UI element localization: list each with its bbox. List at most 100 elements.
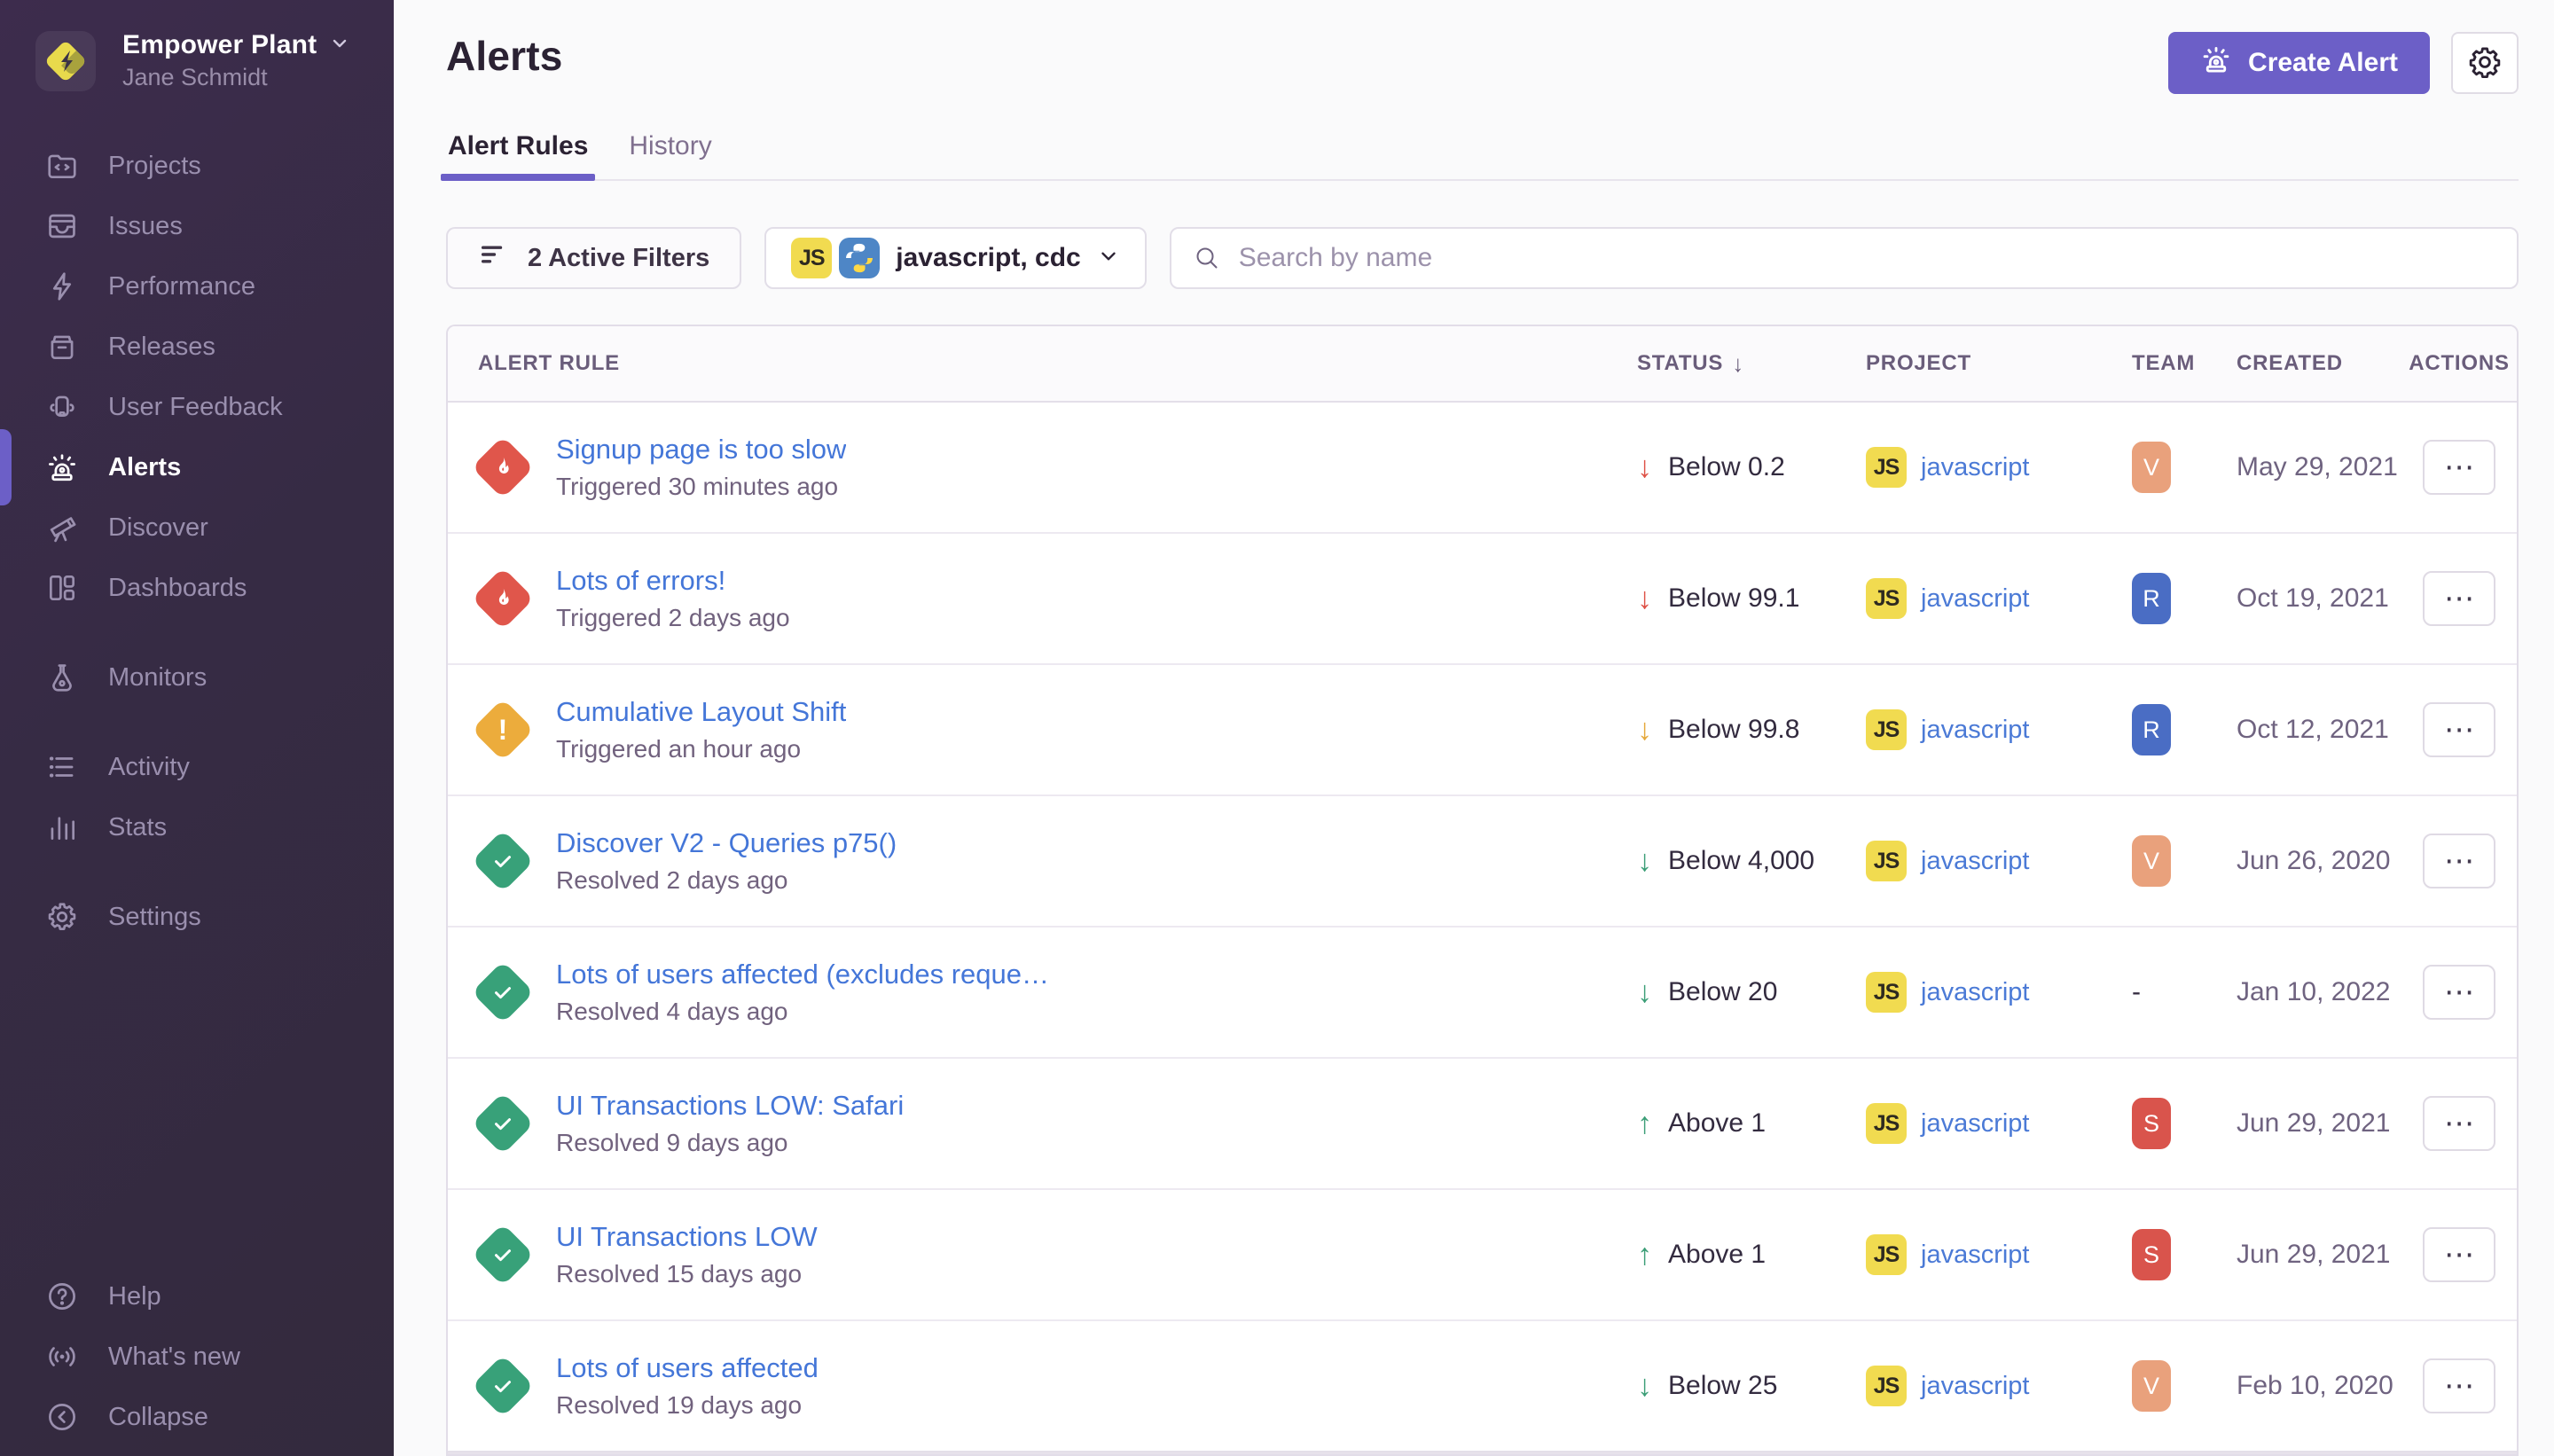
sidebar-item-releases[interactable]: Releases [0,317,394,377]
team-badge: V [2132,835,2171,887]
tab-bar: Alert Rules History [446,131,2519,181]
sidebar-item-performance[interactable]: Performance [0,256,394,317]
sidebar-item-discover[interactable]: Discover [0,497,394,558]
resolved-diamond-icon [478,1230,528,1280]
monitors-icon [44,660,80,695]
alert-rule-link[interactable]: Lots of errors! [556,565,790,597]
sidebar: Empower Plant Jane Schmidt Projects Issu… [0,0,394,1456]
sidebar-item-user-feedback[interactable]: User Feedback [0,377,394,437]
table-row: Signup page is too slow Triggered 30 min… [448,403,2517,534]
trend-arrow-icon: ↓ [1637,1371,1652,1401]
table-row: UI Transactions LOW Resolved 15 days ago… [448,1190,2517,1321]
row-actions-button[interactable]: ⋯ [2423,1358,2495,1413]
tab-history[interactable]: History [627,131,713,179]
alert-rule-link[interactable]: UI Transactions LOW: Safari [556,1090,904,1122]
settings-button[interactable] [2451,32,2519,94]
column-actions: Actions [2401,351,2517,376]
alert-rule-status-text: Triggered 2 days ago [556,604,790,632]
gear-icon [2468,45,2502,82]
table-row: Lots of errors! Triggered 2 days ago ↓ B… [448,534,2517,665]
project-link[interactable]: javascript [1921,1109,2030,1139]
column-project: Project [1846,351,2095,376]
project-link[interactable]: javascript [1921,453,2030,482]
project-link[interactable]: javascript [1921,584,2030,614]
alerts-icon [44,450,80,485]
row-actions-button[interactable]: ⋯ [2423,834,2495,888]
team-badge: S [2132,1229,2171,1280]
alert-rule-status-text: Resolved 2 days ago [556,866,897,895]
performance-icon [44,269,80,304]
row-actions-button[interactable]: ⋯ [2423,440,2495,495]
created-date: Oct 19, 2021 [2205,583,2401,614]
project-link[interactable]: javascript [1921,716,2030,745]
active-indicator [0,429,12,505]
create-alert-button[interactable]: Create Alert [2168,32,2430,94]
project-filter-dropdown[interactable]: JS javascript, cdc [764,227,1146,289]
sidebar-item-help[interactable]: Help [0,1266,394,1327]
column-status[interactable]: Status ↓ [1600,350,1846,378]
platform-badge-javascript: JS [791,238,832,278]
critical-diamond-icon [478,442,528,492]
trend-arrow-icon: ↓ [1637,715,1652,745]
row-actions-button[interactable]: ⋯ [2423,1227,2495,1282]
sidebar-item-dashboards[interactable]: Dashboards [0,558,394,618]
sidebar-item-alerts[interactable]: Alerts [0,437,394,497]
platform-badge-javascript: JS [1866,1366,1907,1406]
activity-icon [44,749,80,785]
alert-rule-link[interactable]: Discover V2 - Queries p75() [556,827,897,859]
sidebar-item-settings[interactable]: Settings [0,887,394,947]
org-user: Jane Schmidt [122,64,350,91]
team-none: - [2132,977,2141,1007]
active-filters-button[interactable]: 2 Active Filters [446,227,741,289]
stats-icon [44,810,80,845]
platform-badge-javascript: JS [1866,447,1907,488]
row-actions-button[interactable]: ⋯ [2423,965,2495,1020]
alert-rule-link[interactable]: Cumulative Layout Shift [556,696,846,728]
project-link[interactable]: javascript [1921,847,2030,876]
table-row: Lots of users affected (excludes reque… … [448,928,2517,1059]
row-actions-button[interactable]: ⋯ [2423,571,2495,626]
alert-rule-link[interactable]: Lots of users affected (excludes reque… [556,959,1049,990]
created-date: Feb 10, 2020 [2205,1371,2401,1401]
org-switcher[interactable]: Empower Plant Jane Schmidt [0,27,394,95]
sidebar-footer-nav: Help What's new Collapse [0,1266,394,1447]
project-link[interactable]: javascript [1921,978,2030,1007]
sidebar-item-issues[interactable]: Issues [0,196,394,256]
team-badge: S [2132,1098,2171,1149]
status-threshold: Below 25 [1668,1371,1777,1401]
project-link[interactable]: javascript [1921,1372,2030,1401]
row-actions-button[interactable]: ⋯ [2423,702,2495,757]
sidebar-item-projects[interactable]: Projects [0,136,394,196]
project-link[interactable]: javascript [1921,1241,2030,1270]
alert-rule-status-text: Resolved 9 days ago [556,1129,904,1157]
alert-rule-link[interactable]: Lots of users affected [556,1352,819,1384]
search-input[interactable] [1170,227,2519,289]
alert-rule-link[interactable]: Signup page is too slow [556,434,846,466]
sidebar-item-stats[interactable]: Stats [0,797,394,857]
discover-icon [44,510,80,545]
tab-alert-rules[interactable]: Alert Rules [446,131,590,179]
page-title: Alerts [446,32,563,80]
sidebar-item-monitors[interactable]: Monitors [0,647,394,708]
trend-arrow-icon: ↑ [1637,1240,1652,1270]
alert-rules-table: Alert Rule Status ↓ Project Team Created… [446,325,2519,1456]
status-threshold: Below 99.1 [1668,583,1799,614]
sidebar-item-collapse[interactable]: Collapse [0,1387,394,1447]
trend-arrow-icon: ↓ [1637,452,1652,482]
table-row: ! Cumulative Layout Shift Triggered an h… [448,665,2517,796]
filter-lines-icon [478,239,508,277]
sidebar-item-activity[interactable]: Activity [0,737,394,797]
sort-desc-icon: ↓ [1732,350,1744,378]
main-content: Alerts Create Alert Alert Rules History [394,0,2554,1456]
column-alert-rule: Alert Rule [448,351,1600,376]
releases-icon [44,329,80,364]
alert-rule-status-text: Resolved 4 days ago [556,998,1049,1026]
status-threshold: Below 0.2 [1668,452,1785,482]
critical-diamond-icon [478,574,528,623]
column-team: Team [2095,351,2205,376]
alert-rule-link[interactable]: UI Transactions LOW [556,1221,818,1253]
help-icon [44,1279,80,1314]
sidebar-item-what-s-new[interactable]: What's new [0,1327,394,1387]
row-actions-button[interactable]: ⋯ [2423,1096,2495,1151]
platform-badge-javascript: JS [1866,578,1907,619]
